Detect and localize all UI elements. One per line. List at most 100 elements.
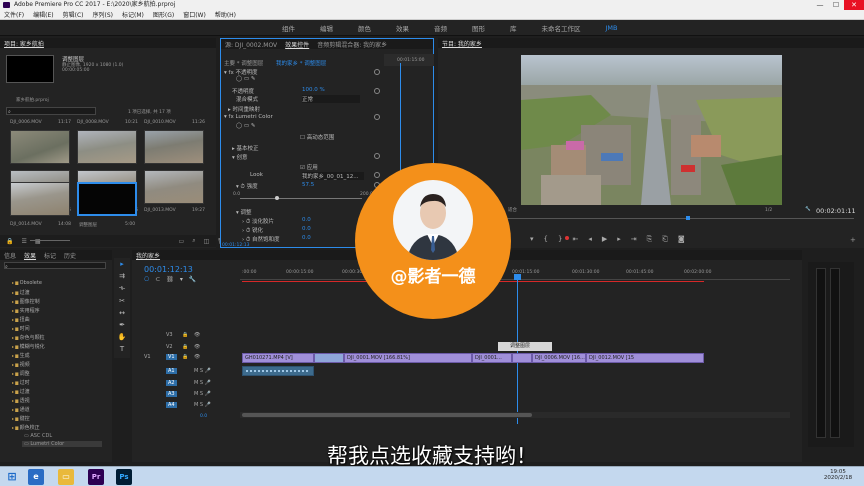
effects-list-item[interactable]: 过时 <box>12 379 30 386</box>
program-quality-select[interactable]: 1/2 <box>765 208 772 213</box>
lock-icon[interactable]: 🔒 <box>6 238 13 245</box>
menu-help[interactable]: 帮助(H) <box>215 10 236 19</box>
project-search-input[interactable]: ⌕ <box>6 107 96 115</box>
sharpen-value[interactable]: 0.0 <box>302 226 311 232</box>
track-select-tool-icon[interactable]: ⇉ <box>119 272 125 280</box>
lock-icon[interactable]: 🔒 <box>182 344 188 350</box>
timeline-scroll-thumb[interactable] <box>242 413 532 417</box>
reset-icon[interactable] <box>374 69 380 75</box>
tab-effects[interactable]: 效果 <box>24 251 36 260</box>
timeline-clip[interactable] <box>512 353 532 363</box>
effects-list-item[interactable]: 透视 <box>12 397 30 404</box>
adjustment-layer-clip[interactable]: 调整图层 <box>498 342 552 351</box>
workspace-jmb[interactable]: JMB <box>606 24 618 32</box>
effects-list-item[interactable]: 调整 <box>12 370 30 377</box>
eye-icon[interactable]: 👁 <box>194 332 200 338</box>
menu-edit[interactable]: 编辑(E) <box>33 10 53 19</box>
basic-correction-header[interactable]: ▸ 基本校正 <box>232 144 259 152</box>
tab-markers[interactable]: 标记 <box>44 251 56 260</box>
menu-sequence[interactable]: 序列(S) <box>93 10 114 19</box>
effects-list-item[interactable]: 过渡 <box>12 388 30 395</box>
clip-thumbnail[interactable] <box>77 130 137 164</box>
folder-icon[interactable]: ▭ <box>58 469 74 485</box>
effects-list-item[interactable]: 模糊与锐化 <box>12 343 45 350</box>
effects-list-item[interactable]: 生成 <box>12 352 30 359</box>
blend-mode-select[interactable]: 正常 <box>302 95 360 103</box>
pen-mask-icon[interactable]: ✎ <box>251 76 256 82</box>
tab-audio-clip-mixer[interactable]: 音频剪辑混合器: 我的家乡 <box>317 40 387 49</box>
effects-list-item[interactable]: 实用程序 <box>12 307 40 314</box>
hdr-checkbox[interactable]: ☐ 高动态范围 <box>300 133 334 141</box>
workspace-color[interactable]: 颜色 <box>358 23 371 33</box>
hand-tool-icon[interactable]: ✋ <box>118 333 127 341</box>
ellipse-mask-icon[interactable]: ◯ <box>236 76 242 82</box>
reset-icon[interactable] <box>374 172 380 178</box>
effects-list-item[interactable]: Obsolete <box>12 280 42 286</box>
new-item-icon[interactable]: ◫ <box>204 238 210 245</box>
nest-icon[interactable]: ⎔ <box>144 276 155 283</box>
v1-target[interactable]: V1 <box>166 354 177 360</box>
workspace-audio[interactable]: 音频 <box>434 23 447 33</box>
premiere-taskbar-icon[interactable]: Pr <box>88 469 104 485</box>
effects-list-item[interactable]: 视频 <box>12 361 30 368</box>
go-to-out-icon[interactable]: ⇥ <box>631 235 647 243</box>
menu-file[interactable]: 文件(F) <box>4 10 24 19</box>
search-icon[interactable]: ⌕ <box>192 237 195 245</box>
tab-source[interactable]: 源: DJI_0002.MOV <box>225 40 277 49</box>
browser-icon[interactable]: e <box>28 469 44 485</box>
adjustments-header[interactable]: ▾ 调整 <box>236 208 252 216</box>
effects-list-item[interactable]: 键控 <box>12 415 30 422</box>
rect-mask-icon[interactable]: ▭ <box>244 76 249 82</box>
extract-icon[interactable]: ⎗ <box>662 235 678 243</box>
effects-search-input[interactable]: ⌕ <box>4 262 106 270</box>
in-point-icon[interactable]: { <box>544 235 558 243</box>
intensity-slider[interactable] <box>240 198 362 199</box>
step-back-icon[interactable]: ◂ <box>588 235 602 243</box>
menu-graphics[interactable]: 图形(G) <box>153 10 174 19</box>
eye-icon[interactable]: 👁 <box>194 354 200 360</box>
lift-icon[interactable]: ⎘ <box>647 235 663 243</box>
workspace-libraries[interactable]: 库 <box>510 23 517 33</box>
play-icon[interactable]: ▶ <box>602 235 617 243</box>
tab-project[interactable]: 项目: 家乡航拍 <box>4 39 44 48</box>
close-button[interactable]: ✕ <box>844 0 864 10</box>
reset-icon[interactable] <box>374 153 380 159</box>
program-playhead[interactable] <box>686 216 690 220</box>
effect-leaf-asc-cdl[interactable]: ▭ ASC CDL <box>24 433 52 439</box>
eye-icon[interactable]: 👁 <box>194 344 200 350</box>
list-view-icon[interactable]: ☰ <box>21 238 26 245</box>
effects-list-item[interactable]: 图像控制 <box>12 298 40 305</box>
effects-list-item[interactable]: 时间 <box>12 325 30 332</box>
sequence-clip-label[interactable]: 我的家乡 * 调整图层 <box>276 59 326 67</box>
go-to-in-icon[interactable]: ⇤ <box>572 235 588 243</box>
effects-list-item[interactable]: 颜色校正 <box>12 424 40 431</box>
faded-film-value[interactable]: 0.0 <box>302 217 311 223</box>
step-forward-icon[interactable]: ▸ <box>617 235 631 243</box>
playhead-handle[interactable] <box>514 274 521 280</box>
workspace-untitled[interactable]: 未命名工作区 <box>542 23 581 33</box>
tab-info[interactable]: 信息 <box>4 251 16 260</box>
workspace-graphics[interactable]: 图形 <box>472 23 485 33</box>
timeline-clip[interactable]: DJI_0001... <box>472 353 512 363</box>
creative-header[interactable]: ▾ 创意 <box>232 153 248 161</box>
vibrance-value[interactable]: 0.0 <box>302 235 311 241</box>
workspace-effects[interactable]: 效果 <box>396 23 409 33</box>
timeline-clip[interactable] <box>314 353 344 363</box>
settings-icon[interactable]: 🔧 <box>189 276 202 283</box>
ellipse-mask-icon[interactable]: ◯ <box>236 123 242 129</box>
timeline-timecode[interactable]: 00:01:12:13 <box>144 265 193 274</box>
tab-sequence[interactable]: 我的家乡 <box>136 251 160 260</box>
master-volume-value[interactable]: 0.0 <box>200 414 207 419</box>
zoom-slider[interactable] <box>30 240 70 241</box>
tab-history[interactable]: 历史 <box>64 251 76 260</box>
effects-list-item[interactable]: 杂色与颗粒 <box>12 334 45 341</box>
reset-icon[interactable] <box>374 114 380 120</box>
timeline-clip[interactable]: DJI_0001.MOV [166.81%] <box>344 353 472 363</box>
selection-tool-icon[interactable]: ▸ <box>120 260 124 268</box>
camera-icon[interactable]: ◙ <box>678 235 695 243</box>
tab-program[interactable]: 节目: 我的家乡 <box>442 39 482 48</box>
lock-icon[interactable]: 🔒 <box>182 332 188 338</box>
ripple-edit-tool-icon[interactable]: ⟛ <box>119 284 125 293</box>
adjustment-layer-thumbnail[interactable] <box>77 182 137 216</box>
wrench-icon[interactable]: 🔧 <box>805 207 811 212</box>
